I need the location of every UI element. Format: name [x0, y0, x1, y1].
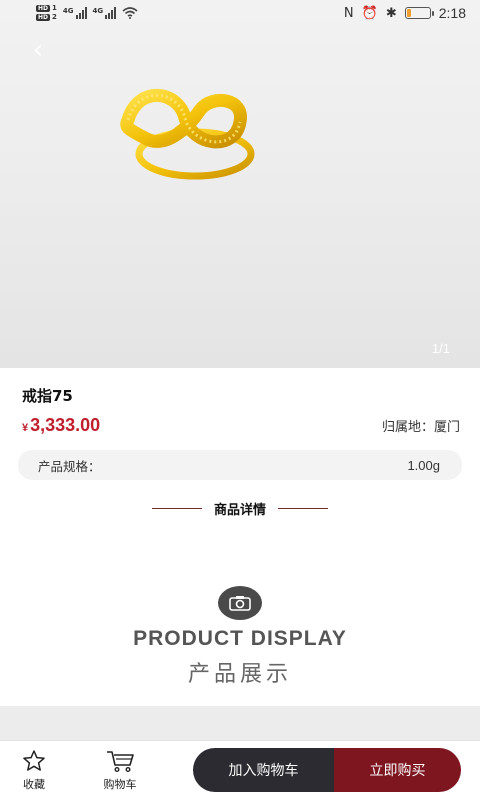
purchase-buttons: 加入购物车 立即购买: [193, 748, 461, 792]
currency-symbol: ¥: [22, 421, 29, 434]
product-title: 戒指75: [22, 387, 73, 405]
chevron-left-icon: ‹: [32, 35, 44, 65]
gold-ring-image: [120, 88, 255, 180]
spec-value: 1.00g: [407, 457, 440, 473]
back-button[interactable]: ‹: [24, 36, 52, 64]
product-price: ¥ 3,333.00: [22, 415, 100, 436]
favorite-label: 收藏: [23, 778, 45, 791]
battery-icon: [404, 7, 434, 19]
spec-row: 产品规格： 1.00g: [18, 450, 462, 480]
alarm-icon: ⏰: [361, 5, 378, 21]
hd2-sub: 2: [52, 13, 57, 21]
hd1-label: HD: [36, 5, 51, 12]
hd2-label: HD: [36, 14, 51, 21]
hd1-sub: 1: [52, 4, 57, 12]
divider-right: [278, 507, 328, 509]
origin-label: 归属地：厦门: [381, 419, 460, 435]
camera-icon: [218, 586, 262, 620]
status-bar: HD 1 HD 2 4G 4G N ⏰ ✱ 2:18: [0, 0, 480, 26]
favorite-button[interactable]: 收藏: [18, 749, 50, 792]
signal-icon: 4G: [63, 7, 87, 19]
network-label-2: 4G: [92, 7, 104, 15]
battery-fill: [406, 9, 412, 17]
cart-icon: [107, 751, 134, 773]
image-counter: 1/1: [431, 341, 450, 356]
wifi-icon: [122, 7, 138, 19]
spec-label: 产品规格：: [38, 458, 101, 474]
details-title: 商品详情: [213, 502, 266, 518]
divider-left: [151, 507, 202, 509]
details-header: 商品详情: [0, 498, 480, 518]
star-icon: [23, 750, 45, 771]
nfc-icon: N: [343, 5, 354, 21]
price-value: 3,333.00: [30, 414, 101, 435]
add-to-cart-button[interactable]: 加入购物车: [193, 748, 334, 792]
buy-now-button[interactable]: 立即购买: [334, 748, 461, 792]
product-image[interactable]: ‹ 1/1: [0, 0, 480, 368]
bluetooth-icon: ✱: [385, 5, 397, 21]
cart-button[interactable]: 购物车: [98, 749, 142, 792]
content-separator: [0, 706, 480, 740]
cart-label: 购物车: [103, 778, 137, 791]
display-title-en: PRODUCT DISPLAY: [133, 627, 347, 650]
network-label-1: 4G: [62, 7, 74, 15]
price-row: ¥ 3,333.00 归属地：厦门: [22, 412, 460, 438]
status-time: 2:18: [438, 5, 466, 21]
signal-icon-2: 4G: [93, 7, 117, 19]
display-title-cn: 产品展示: [187, 662, 292, 687]
hd-icon: HD 1 HD 2: [36, 4, 57, 22]
bottom-action-bar: 收藏 购物车 加入购物车 立即购买: [0, 740, 480, 800]
